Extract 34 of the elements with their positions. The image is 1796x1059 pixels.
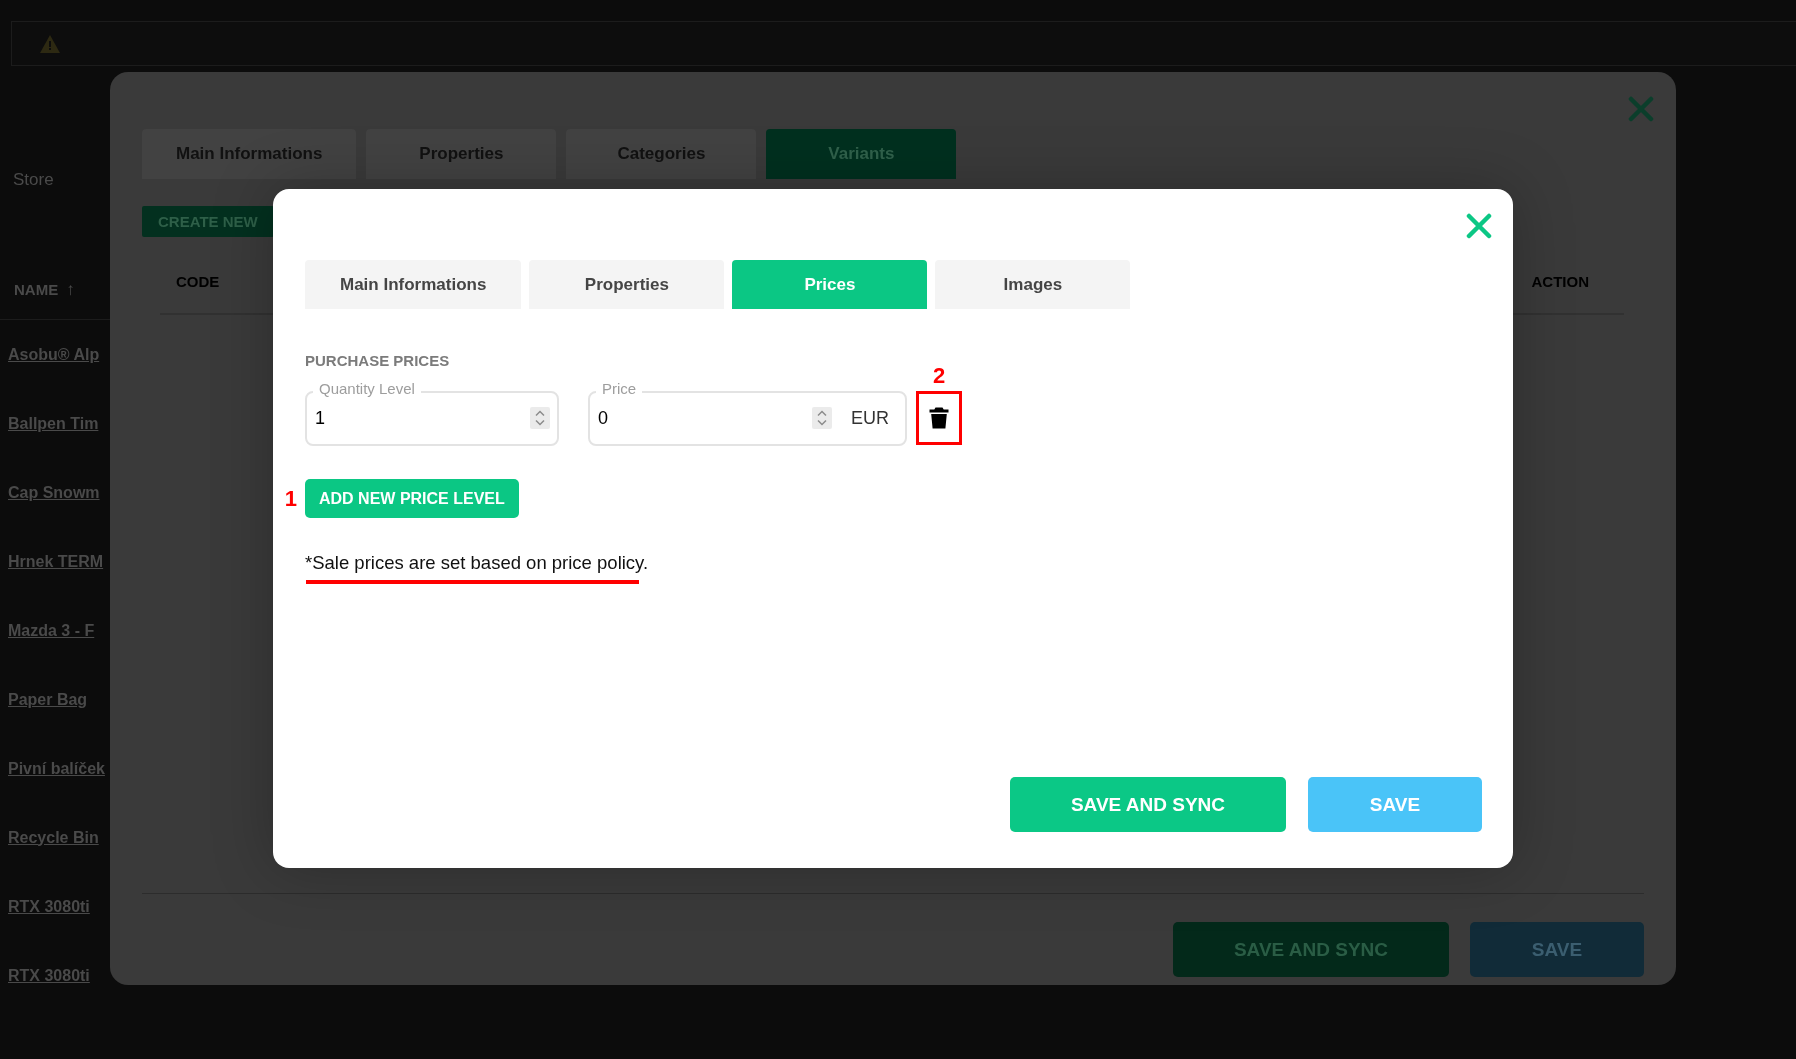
- close-icon[interactable]: [1466, 213, 1492, 239]
- save-button[interactable]: SAVE: [1308, 777, 1482, 832]
- product-link[interactable]: Pivní balíček: [8, 758, 105, 779]
- product-link[interactable]: RTX 3080ti: [8, 965, 90, 986]
- annotation-number: 1: [284, 487, 297, 511]
- note-text: *Sale prices are set based on price policy.: [305, 553, 649, 573]
- filter-label: Store: [13, 170, 54, 190]
- field-label: Quantity Level: [313, 380, 421, 398]
- save-and-sync-button[interactable]: SAVE AND SYNC: [1010, 777, 1286, 832]
- spinner-icon[interactable]: [812, 407, 832, 429]
- tab[interactable]: Properties: [529, 260, 725, 309]
- column-header: ACTION: [1531, 273, 1589, 291]
- tab[interactable]: Prices: [732, 260, 928, 309]
- column-header[interactable]: NAME: [14, 280, 59, 299]
- warning-icon: [40, 34, 60, 53]
- product-link[interactable]: Hrnek TERM: [8, 551, 104, 572]
- product-link[interactable]: Mazda 3 - F: [8, 620, 95, 641]
- tab[interactable]: Images: [935, 260, 1131, 309]
- product-link[interactable]: Recycle Bin: [8, 827, 99, 848]
- save-button[interactable]: SAVE: [1470, 922, 1644, 977]
- spinner-icon[interactable]: [530, 407, 550, 429]
- product-link[interactable]: RTX 3080ti: [8, 896, 90, 917]
- column-header: CODE: [176, 273, 220, 291]
- product-link[interactable]: Ballpen Tim: [8, 413, 99, 434]
- product-link[interactable]: Paper Bag: [8, 689, 88, 710]
- add-price-level-button[interactable]: ADD NEW PRICE LEVEL: [305, 479, 519, 518]
- sort-indicator[interactable]: ↑: [66, 279, 75, 300]
- section-title: PURCHASE PRICES: [305, 352, 450, 370]
- annotation-number: 2: [932, 364, 946, 388]
- tab[interactable]: Main Informations: [305, 260, 522, 309]
- product-link[interactable]: Asobu® Alp: [8, 344, 100, 365]
- currency-label: EUR: [851, 408, 889, 429]
- trash-icon[interactable]: [929, 407, 949, 429]
- product-link[interactable]: Cap Snowm: [8, 482, 100, 503]
